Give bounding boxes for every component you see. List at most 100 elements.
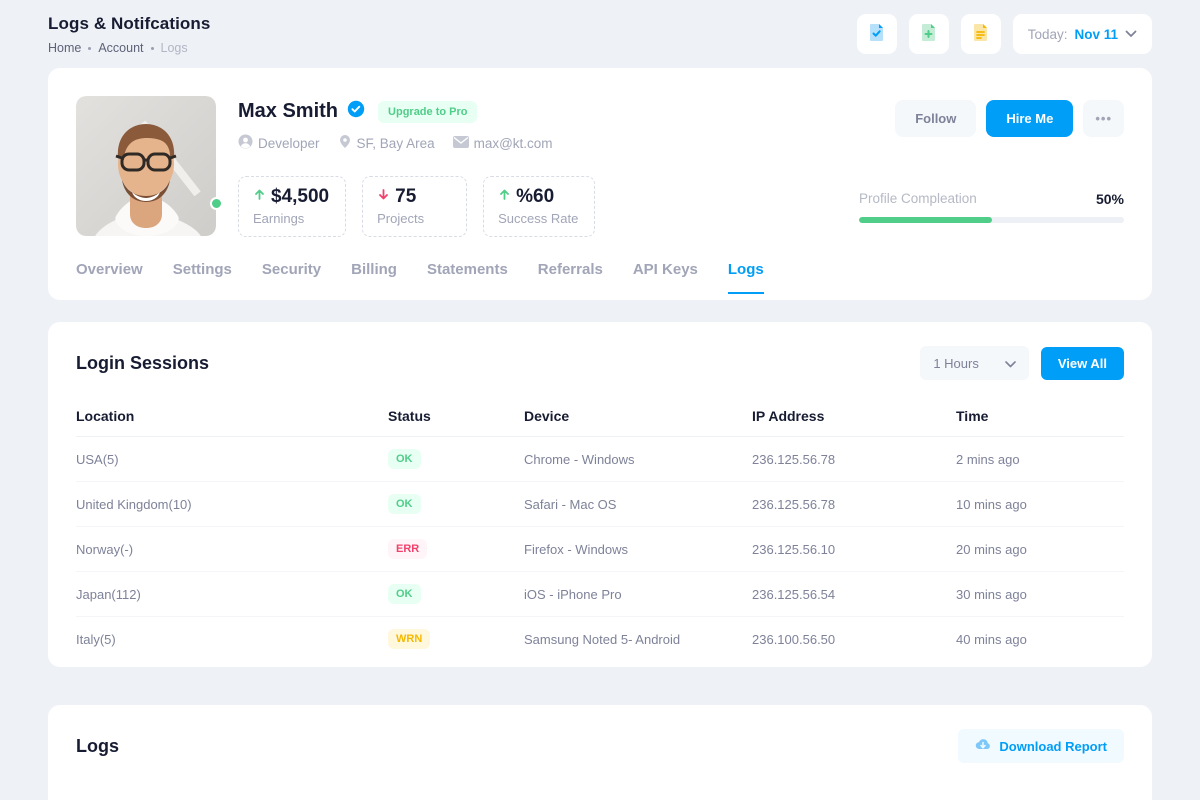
cell-time: 2 mins ago	[956, 452, 1124, 467]
mail-icon	[453, 136, 469, 151]
date-picker[interactable]: Today: Nov 11	[1013, 14, 1152, 54]
table-row: United Kingdom(10) OK Safari - Mac OS 23…	[76, 482, 1124, 527]
table-row: Italy(5) WRN Samsung Noted 5- Android 23…	[76, 617, 1124, 661]
profile-location: SF, Bay Area	[338, 134, 435, 152]
breadcrumb-logs: Logs	[161, 41, 188, 55]
more-options-button[interactable]: •••	[1083, 100, 1124, 137]
header-actions: Today: Nov 11	[857, 14, 1152, 54]
table-row: USA(5) OK Chrome - Windows 236.125.56.78…	[76, 437, 1124, 482]
table-row: Norway(-) ERR Firefox - Windows 236.125.…	[76, 527, 1124, 572]
cell-device: Chrome - Windows	[524, 452, 752, 467]
table-header-row: Location Status Device IP Address Time	[76, 396, 1124, 437]
chevron-down-icon	[1125, 25, 1137, 43]
profile-completion-percent: 50%	[1096, 191, 1124, 207]
column-location: Location	[76, 408, 388, 424]
status-badge: OK	[388, 584, 421, 604]
profile-meta: Developer SF, Bay Area	[238, 134, 553, 152]
stat-label: Success Rate	[498, 211, 578, 226]
upgrade-to-pro-badge[interactable]: Upgrade to Pro	[378, 101, 477, 123]
avatar	[76, 96, 216, 236]
status-badge: OK	[388, 494, 421, 514]
user-icon	[238, 134, 253, 152]
cell-status: OK	[388, 494, 524, 514]
status-badge: OK	[388, 449, 421, 469]
breadcrumb-account[interactable]: Account	[98, 41, 143, 55]
tabs: Overview Settings Security Billing Statement…	[76, 261, 1124, 300]
trend-up-icon	[253, 188, 266, 206]
hire-me-button[interactable]: Hire Me	[986, 100, 1073, 137]
tab-billing[interactable]: Billing	[351, 261, 397, 294]
profile-location-label: SF, Bay Area	[357, 136, 435, 151]
profile-completion: Profile Compleation 50%	[859, 191, 1124, 223]
cell-time: 30 mins ago	[956, 587, 1124, 602]
hours-filter-value: 1 Hours	[933, 356, 979, 371]
cell-ip: 236.125.56.10	[752, 542, 956, 557]
breadcrumb-separator	[151, 47, 154, 50]
date-value: Nov 11	[1074, 27, 1118, 42]
cell-ip: 236.125.56.78	[752, 497, 956, 512]
tab-settings[interactable]: Settings	[173, 261, 232, 294]
stat-value: $4,500	[271, 186, 329, 208]
profile-card: Max Smith Upgrade to Pro Deve	[48, 68, 1152, 300]
download-report-label: Download Report	[999, 739, 1107, 754]
file-lines-button[interactable]	[961, 14, 1001, 54]
follow-button[interactable]: Follow	[895, 100, 976, 137]
status-badge: WRN	[388, 629, 430, 649]
cell-ip: 236.125.56.78	[752, 452, 956, 467]
page-header: Logs & Notifcations Home Account Logs	[48, 14, 1152, 55]
cell-device: iOS - iPhone Pro	[524, 587, 752, 602]
stat-value: 75	[395, 186, 416, 208]
login-sessions-card: Login Sessions 1 Hours View All Location…	[48, 322, 1152, 667]
sessions-table: Location Status Device IP Address Time U…	[48, 396, 1152, 667]
column-device: Device	[524, 408, 752, 424]
log-entry: 500 ERR POST /v1/invoice/in_4819_8610/in…	[76, 793, 1124, 800]
tab-api-keys[interactable]: API Keys	[633, 261, 698, 294]
progress-fill	[859, 217, 992, 223]
tab-statements[interactable]: Statements	[427, 261, 508, 294]
cell-device: Samsung Noted 5- Android	[524, 632, 752, 647]
cloud-download-icon	[975, 738, 991, 754]
column-status: Status	[388, 408, 524, 424]
cell-time: 20 mins ago	[956, 542, 1124, 557]
cell-location: United Kingdom(10)	[76, 497, 388, 512]
breadcrumb: Home Account Logs	[48, 41, 210, 55]
log-entries: 500 ERR POST /v1/invoice/in_4819_8610/in…	[48, 779, 1152, 800]
tab-referrals[interactable]: Referrals	[538, 261, 603, 294]
verified-badge-icon	[347, 100, 365, 123]
profile-info: Max Smith Upgrade to Pro Deve	[238, 96, 1124, 237]
cell-device: Firefox - Windows	[524, 542, 752, 557]
cell-location: USA(5)	[76, 452, 388, 467]
cell-ip: 236.100.56.50	[752, 632, 956, 647]
stat-earnings: $4,500 Earnings	[238, 176, 346, 237]
stat-value: %60	[516, 186, 554, 208]
breadcrumb-home[interactable]: Home	[48, 41, 81, 55]
file-check-button[interactable]	[857, 14, 897, 54]
profile-email: max@kt.com	[453, 136, 553, 151]
cell-time: 40 mins ago	[956, 632, 1124, 647]
login-sessions-title: Login Sessions	[76, 353, 209, 374]
view-all-button[interactable]: View All	[1041, 347, 1124, 380]
hours-filter-select[interactable]: 1 Hours	[920, 346, 1029, 380]
tab-security[interactable]: Security	[262, 261, 321, 294]
stat-success-rate: %60 Success Rate	[483, 176, 595, 237]
progress-bar	[859, 217, 1124, 223]
tab-overview[interactable]: Overview	[76, 261, 143, 294]
page-title: Logs & Notifcations	[48, 14, 210, 34]
status-badge: ERR	[388, 539, 427, 559]
profile-role: Developer	[238, 134, 320, 152]
cell-device: Safari - Mac OS	[524, 497, 752, 512]
file-lines-icon	[971, 23, 990, 45]
map-pin-icon	[338, 134, 352, 152]
file-plus-button[interactable]	[909, 14, 949, 54]
column-ip-address: IP Address	[752, 408, 956, 424]
file-plus-icon	[919, 23, 938, 45]
tab-logs[interactable]: Logs	[728, 261, 764, 294]
profile-stats: $4,500 Earnings 75 Projects	[238, 176, 595, 237]
cell-location: Japan(112)	[76, 587, 388, 602]
profile-completion-label: Profile Compleation	[859, 191, 977, 206]
date-label: Today:	[1028, 27, 1068, 42]
logs-title: Logs	[76, 736, 119, 757]
avatar-image	[76, 96, 216, 236]
download-report-button[interactable]: Download Report	[958, 729, 1124, 763]
table-row: Japan(112) OK iOS - iPhone Pro 236.125.5…	[76, 572, 1124, 617]
